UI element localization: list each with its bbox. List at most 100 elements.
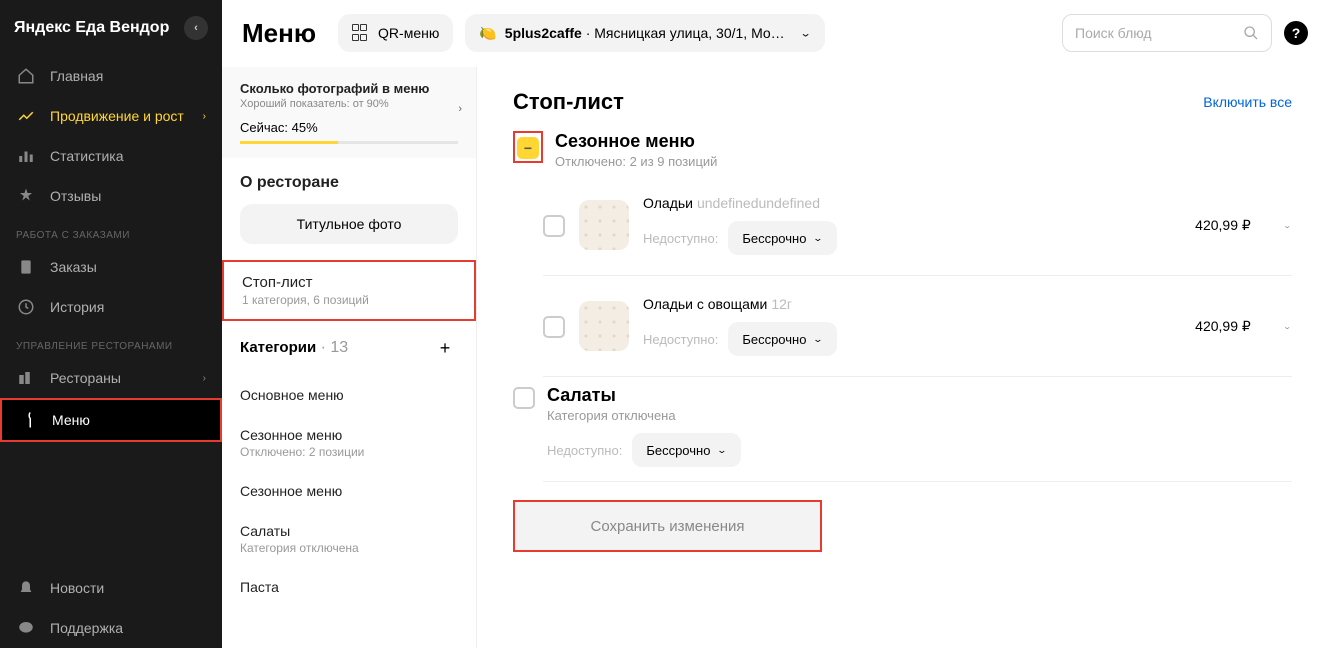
category-sub: Отключено: 2 из 9 позиций xyxy=(555,154,717,169)
unavailable-label: Недоступно: xyxy=(547,443,622,458)
nav-label: Поддержка xyxy=(50,620,123,636)
dish-checkbox[interactable] xyxy=(543,316,565,338)
enable-all-link[interactable]: Включить все xyxy=(1203,94,1292,110)
nav-restaurants[interactable]: Рестораны › xyxy=(0,358,222,398)
category-checkbox[interactable] xyxy=(513,387,535,409)
bell-icon xyxy=(16,579,36,597)
page-title: Меню xyxy=(242,18,316,49)
photo-stats-now: Сейчас: 45% xyxy=(240,120,458,135)
chevron-down-icon: ⌄ xyxy=(812,333,823,344)
category-name: Салаты xyxy=(547,385,1292,406)
growth-icon xyxy=(16,107,36,125)
search-input[interactable]: Поиск блюд xyxy=(1062,14,1272,52)
dish-row: Оладьиundefinedundefined Недоступно: Бес… xyxy=(513,183,1292,267)
nav-home[interactable]: Главная xyxy=(0,56,222,96)
menu-sidebar: Сколько фотографий в меню Хороший показа… xyxy=(222,67,477,648)
nav-label: История xyxy=(50,299,104,315)
category-checkbox[interactable]: − xyxy=(517,137,539,159)
stoplist-title: Стоп-лист xyxy=(242,274,456,291)
divider xyxy=(543,376,1292,377)
dish-price: 420,99 ₽ xyxy=(1195,217,1251,234)
chevron-right-icon: › xyxy=(458,103,462,115)
qr-icon xyxy=(352,24,370,42)
nav-promotion[interactable]: Продвижение и рост › xyxy=(0,96,222,136)
dish-row: Оладьи с овощами12г Недоступно: Бессрочн… xyxy=(513,284,1292,368)
nav-label: Заказы xyxy=(50,259,97,275)
dish-checkbox[interactable] xyxy=(543,215,565,237)
category-salads[interactable]: Салаты Категория отключена xyxy=(222,511,476,567)
highlight-stoplist: Стоп-лист 1 категория, 6 позиций xyxy=(222,260,476,321)
home-icon xyxy=(16,67,36,85)
star-bubble-icon xyxy=(16,187,36,205)
sidebar: Яндекс Еда Вендор Главная Продвижение и … xyxy=(0,0,222,648)
category-sub: Категория отключена xyxy=(547,408,1292,423)
nav-label: Главная xyxy=(50,68,103,84)
stoplist-sub: 1 категория, 6 позиций xyxy=(242,293,456,307)
expand-row[interactable]: ⌄ xyxy=(1283,219,1292,232)
chat-icon xyxy=(16,619,36,637)
term-selector[interactable]: Бессрочно⌄ xyxy=(728,322,837,356)
topbar: Меню QR-меню 🍋 5plus2caffe · Мясницкая у… xyxy=(222,0,1328,67)
category-label: Сезонное меню xyxy=(240,427,458,443)
category-seasonal2[interactable]: Сезонное меню xyxy=(222,471,476,511)
qr-menu-button[interactable]: QR-меню xyxy=(338,14,453,52)
nav-support[interactable]: Поддержка xyxy=(0,608,222,648)
category-seasonal[interactable]: Сезонное меню Отключено: 2 позиции xyxy=(222,415,476,471)
category-pasta[interactable]: Паста xyxy=(222,567,476,607)
dish-thumb xyxy=(579,301,629,351)
nav-news[interactable]: Новости xyxy=(0,568,222,608)
category-name: Сезонное меню xyxy=(555,131,717,152)
unavailable-label: Недоступно: xyxy=(643,231,718,246)
highlight-save: Сохранить изменения xyxy=(513,500,822,552)
clock-icon xyxy=(16,298,36,316)
expand-row[interactable]: ⌄ xyxy=(1283,320,1292,333)
dish-price: 420,99 ₽ xyxy=(1195,318,1251,335)
chevron-down-icon: ⌄ xyxy=(716,444,727,455)
nav-label: Отзывы xyxy=(50,188,101,204)
nav-label: Статистика xyxy=(50,148,124,164)
nav-orders[interactable]: Заказы xyxy=(0,247,222,287)
collapse-sidebar-button[interactable] xyxy=(184,16,208,40)
category-label: Салаты xyxy=(240,523,458,539)
save-changes-button[interactable]: Сохранить изменения xyxy=(515,502,820,550)
term-selector[interactable]: Бессрочно⌄ xyxy=(728,221,837,255)
nav-reviews[interactable]: Отзывы xyxy=(0,176,222,216)
chevron-down-icon: ⌄ xyxy=(1283,220,1292,229)
nav-statistics[interactable]: Статистика xyxy=(0,136,222,176)
photo-stats-title: Сколько фотографий в меню xyxy=(240,81,458,96)
chevron-down-icon: ⌄ xyxy=(1283,321,1292,330)
chevron-down-icon: ⌄ xyxy=(812,232,823,243)
stoplist-panel: Стоп-лист Включить все − Сезонное меню О… xyxy=(477,67,1328,648)
photo-stats-card[interactable]: Сколько фотографий в меню Хороший показа… xyxy=(222,67,476,158)
help-button[interactable]: ? xyxy=(1284,21,1308,45)
category-sub: Отключено: 2 позиции xyxy=(240,445,458,459)
term-selector[interactable]: Бессрочно⌄ xyxy=(632,433,741,467)
cutlery-icon xyxy=(18,411,38,429)
bars-icon xyxy=(16,147,36,165)
title-photo-button[interactable]: Титульное фото xyxy=(240,204,458,244)
nav-section-orders: РАБОТА С ЗАКАЗАМИ xyxy=(0,216,222,247)
nav-label: Рестораны xyxy=(50,370,121,386)
unavailable-label: Недоступно: xyxy=(643,332,718,347)
chevron-right-icon: › xyxy=(203,373,206,384)
search-icon xyxy=(1243,25,1259,41)
nav-section-mgmt: УПРАВЛЕНИЕ РЕСТОРАНАМИ xyxy=(0,327,222,358)
category-row-salads: Салаты Категория отключена Недоступно: Б… xyxy=(513,385,1292,467)
highlight-checkbox: − xyxy=(513,131,543,163)
stoplist-title: Стоп-лист xyxy=(513,89,624,115)
nav-history[interactable]: История xyxy=(0,287,222,327)
chevron-right-icon: › xyxy=(203,111,206,122)
stoplist-link[interactable]: Стоп-лист 1 категория, 6 позиций xyxy=(224,262,474,319)
dish-thumb xyxy=(579,200,629,250)
highlight-menu-nav: Меню xyxy=(0,398,222,442)
venue-selector[interactable]: 🍋 5plus2caffe · Мясницкая улица, 30/1, М… xyxy=(465,14,825,52)
nav-menu[interactable]: Меню xyxy=(2,400,220,440)
categories-header: Категории · 13 + xyxy=(222,321,476,375)
add-category-button[interactable]: + xyxy=(432,335,458,361)
brand-title: Яндекс Еда Вендор xyxy=(14,19,169,37)
venue-icon: 🍋 xyxy=(479,25,496,42)
nav-label: Продвижение и рост xyxy=(50,108,184,124)
category-main-menu[interactable]: Основное меню xyxy=(222,375,476,415)
categories-count: · 13 xyxy=(316,339,348,356)
category-row-seasonal: − Сезонное меню Отключено: 2 из 9 позици… xyxy=(513,131,1292,169)
